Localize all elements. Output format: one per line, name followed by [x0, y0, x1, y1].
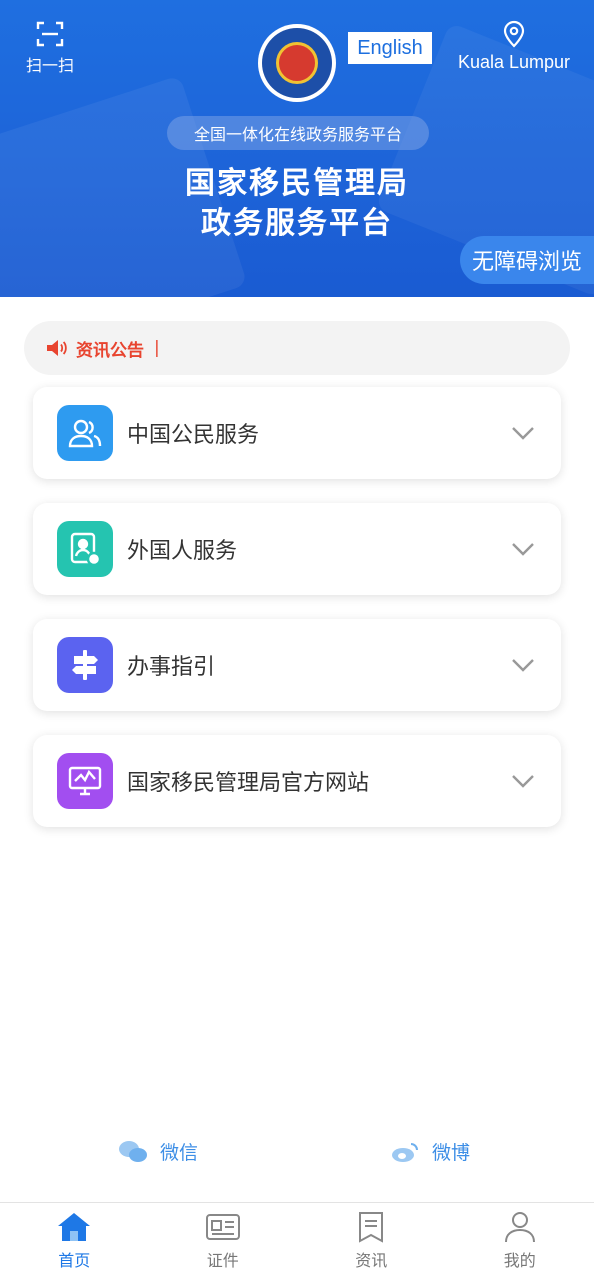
nav-item-profile[interactable]: 我的 [446, 1203, 594, 1280]
weibo-label: 微博 [432, 1142, 471, 1164]
wechat-link[interactable]: 微信 [118, 1138, 198, 1165]
nav-label: 首页 [58, 1251, 91, 1270]
nav-item-documents[interactable]: 证件 [149, 1203, 298, 1280]
service-card-official-website[interactable]: 国家移民管理局官方网站 [33, 735, 561, 827]
scan-icon [36, 21, 64, 47]
bottom-nav: 首页 证件 资讯 我的 [0, 1202, 594, 1280]
nav-label: 我的 [503, 1251, 536, 1270]
immigration-emblem-logo [258, 24, 336, 102]
foreigner-id-icon [57, 521, 113, 577]
service-label: 国家移民管理局官方网站 [127, 771, 370, 796]
signpost-icon [57, 637, 113, 693]
nav-item-news[interactable]: 资讯 [297, 1203, 446, 1280]
notice-separator: | [154, 338, 160, 358]
monitor-chart-icon [57, 753, 113, 809]
header-banner: 扫一扫 English Kuala Lumpur 全国一体化在线政务服务平台 国… [0, 0, 594, 297]
user-icon [504, 1212, 535, 1243]
service-card-guide[interactable]: 办事指引 [33, 619, 561, 711]
platform-pill: 全国一体化在线政务服务平台 [167, 116, 429, 150]
weibo-icon [392, 1142, 418, 1162]
id-card-icon [205, 1214, 240, 1240]
accessibility-button[interactable]: 无障碍浏览 [460, 236, 594, 284]
service-label: 外国人服务 [127, 539, 238, 564]
service-label: 中国公民服务 [127, 423, 260, 448]
scan-label: 扫一扫 [25, 56, 74, 75]
wechat-label: 微信 [160, 1142, 199, 1164]
speaker-icon [47, 340, 67, 356]
nav-item-home[interactable]: 首页 [0, 1203, 149, 1280]
location-pin-icon [503, 20, 525, 48]
location-selector[interactable]: Kuala Lumpur [450, 20, 578, 73]
citizens-icon [57, 405, 113, 461]
weibo-link[interactable]: 微博 [390, 1138, 470, 1165]
service-card-citizens[interactable]: 中国公民服务 [33, 387, 561, 479]
news-notice-bar[interactable]: 资讯公告 | [24, 321, 570, 375]
home-icon [58, 1213, 91, 1241]
chevron-down-icon [512, 543, 534, 556]
wechat-icon [119, 1140, 147, 1162]
nav-label: 证件 [206, 1251, 239, 1270]
location-label: Kuala Lumpur [457, 52, 571, 72]
notice-label: 资讯公告 [76, 340, 144, 361]
service-label: 办事指引 [127, 655, 216, 680]
news-icon [359, 1212, 384, 1243]
nav-label: 资讯 [355, 1251, 388, 1270]
scan-button[interactable]: 扫一扫 [18, 20, 82, 76]
chevron-down-icon [512, 659, 534, 672]
page-title-line1: 国家移民管理局 [185, 166, 409, 201]
english-button[interactable]: English [348, 32, 432, 64]
chevron-down-icon [512, 775, 534, 788]
chevron-down-icon [512, 427, 534, 440]
service-card-foreigners[interactable]: 外国人服务 [33, 503, 561, 595]
